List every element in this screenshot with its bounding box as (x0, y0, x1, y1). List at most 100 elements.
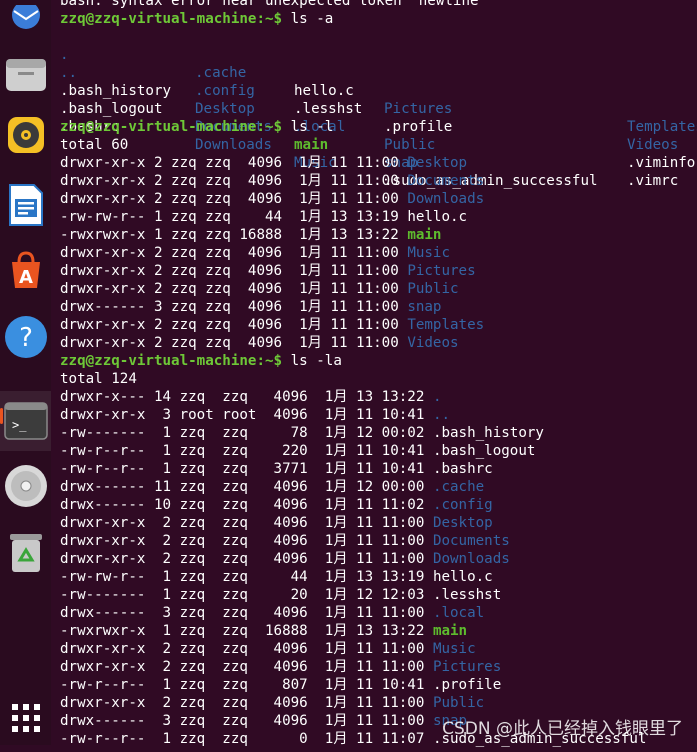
file-meta: drwxr-xr-x 2 zzq zzq 4096 1月 11 11:00 (60, 695, 433, 711)
prompt-line: zzq@zzq-virtual-machine:~$ ls -l (60, 118, 697, 136)
terminal-launcher[interactable]: >_ (0, 391, 51, 451)
file-name: snap (407, 299, 442, 315)
file-meta: drwxr-xr-x 3 root root 4096 1月 11 10:41 (60, 407, 433, 423)
listing-row: drwxr-xr-x 3 root root 4096 1月 11 10:41 … (60, 406, 697, 424)
file-meta: drwxr-xr-x 2 zzq zzq 4096 1月 11 11:00 (60, 245, 408, 261)
listing-row: drwx------ 3 zzq zzq 4096 1月 11 11:00 sn… (60, 298, 697, 316)
thunderbird-launcher[interactable] (0, 0, 51, 50)
listing-row: drwxr-xr-x 2 zzq zzq 4096 1月 11 11:00 Vi… (60, 334, 697, 352)
file-name: .. (432, 407, 451, 423)
terminal-icon: >_ (3, 402, 48, 440)
file-name: main (432, 623, 468, 639)
file-name: Documents (432, 533, 510, 549)
listing-row: drwxr-xr-x 2 zzq zzq 4096 1月 11 11:00 Te… (60, 316, 697, 334)
file-name: Videos (407, 335, 459, 351)
file-meta: drwxr-xr-x 2 zzq zzq 4096 1月 11 11:00 (60, 659, 433, 675)
svg-text:A: A (19, 267, 33, 288)
software-store-icon: A (11, 251, 40, 288)
file-name: Pictures (432, 659, 502, 675)
file-meta: -rw------- 1 zzq zzq 20 1月 12 12:03 (60, 587, 433, 603)
command: ls -l (282, 119, 334, 135)
ls-a-row: .bashrc Downloads Music .sudo_as_admin_s… (60, 100, 697, 189)
file-name: Desktop (407, 155, 468, 171)
command: ls -a (282, 11, 334, 27)
file-meta: drwxr-xr-x 2 zzq zzq 4096 1月 11 11:00 (60, 263, 408, 279)
help-launcher[interactable]: ? (0, 312, 51, 362)
file-name: Public (432, 695, 485, 711)
file-name: Pictures (407, 263, 476, 279)
files-icon (5, 59, 46, 91)
file-name: hello.c (432, 569, 493, 585)
file-name: .bashrc (432, 461, 493, 477)
file-name: .profile (432, 677, 502, 693)
rhythmbox-icon (7, 117, 44, 153)
error-line: bash: syntax error near unexpected token… (60, 0, 488, 9)
file-meta: drwx------ 3 zzq zzq 4096 1月 11 11:00 (60, 713, 433, 729)
software-launcher[interactable]: A (0, 245, 51, 295)
rhythmbox-launcher[interactable] (0, 110, 51, 160)
listing-row: drwx------ 3 zzq zzq 4096 1月 11 11:00 .l… (60, 604, 697, 622)
file-name: .bash_logout (432, 443, 536, 459)
watermark: CSDN @此人已经掉入钱眼里了 (442, 719, 683, 739)
file-meta: drwxr-x--- 14 zzq zzq 4096 1月 13 13:22 (60, 389, 433, 405)
file-meta: drwx------ 10 zzq zzq 4096 1月 11 11:02 (60, 497, 433, 513)
ls-l-listing: drwxr-xr-x 2 zzq zzq 4096 1月 11 11:00 De… (60, 154, 697, 352)
listing-row: drwx------ 10 zzq zzq 4096 1月 11 11:02 .… (60, 496, 697, 514)
thunderbird-icon (11, 5, 40, 29)
svg-text:?: ? (19, 323, 33, 353)
file-name: Templates (407, 317, 485, 333)
listing-row: -rw-r--r-- 1 zzq zzq 3771 1月 11 10:41 .b… (60, 460, 697, 478)
listing-row: drwxr-xr-x 2 zzq zzq 4096 1月 11 11:00 Do… (60, 550, 697, 568)
dvd-launcher[interactable] (0, 461, 51, 511)
prompt: zzq@zzq-virtual-machine:~$ (60, 11, 283, 27)
file-meta: -rw-rw-r-- 1 zzq zzq 44 1月 13 13:19 (60, 209, 408, 225)
file-meta: drwxr-xr-x 2 zzq zzq 4096 1月 11 11:00 (60, 317, 408, 333)
file-meta: drwxr-xr-x 2 zzq zzq 4096 1月 11 11:00 (60, 533, 433, 549)
prompt-line: zzq@zzq-virtual-machine:~$ ls -la (60, 352, 697, 370)
app-grid-icon (11, 704, 40, 732)
file-meta: drwx------ 11 zzq zzq 4096 1月 12 00:00 (60, 479, 433, 495)
file-name: main (407, 227, 442, 243)
help-icon: ? (4, 316, 47, 358)
file-name: .cache (432, 479, 485, 495)
ls-a-row: . .cache hello.c Pictures Templates (60, 28, 697, 135)
files-launcher[interactable] (0, 50, 51, 100)
listing-row: -rw------- 1 zzq zzq 78 1月 12 00:02 .bas… (60, 424, 697, 442)
file-meta: drwxr-xr-x 2 zzq zzq 4096 1月 11 11:00 (60, 155, 408, 171)
file-name: .lesshst (432, 587, 502, 603)
file-name: hello.c (407, 209, 468, 225)
file-meta: -rwxrwxr-x 1 zzq zzq 16888 1月 13 13:22 (60, 623, 433, 639)
file-meta: drwxr-xr-x 2 zzq zzq 4096 1月 11 11:00 (60, 191, 408, 207)
file-name: Documents (407, 173, 485, 189)
file-meta: -rw-r--r-- 1 zzq zzq 3771 1月 11 10:41 (60, 461, 433, 477)
listing-row: -rw-rw-r-- 1 zzq zzq 44 1月 13 13:19 hell… (60, 568, 697, 586)
file-meta: -rw-r--r-- 1 zzq zzq 220 1月 11 10:41 (60, 443, 433, 459)
listing-row: -rwxrwxr-x 1 zzq zzq 16888 1月 13 13:22 m… (60, 226, 697, 244)
listing-row: drwxr-xr-x 2 zzq zzq 4096 1月 11 11:00 Pu… (60, 280, 697, 298)
total-line: total 124 (60, 371, 137, 387)
listing-row: -rw------- 1 zzq zzq 20 1月 12 12:03 .les… (60, 586, 697, 604)
listing-row: drwxr-xr-x 2 zzq zzq 4096 1月 11 11:00 De… (60, 154, 697, 172)
listing-row: drwxr-xr-x 2 zzq zzq 4096 1月 11 11:00 Mu… (60, 640, 697, 658)
listing-row: drwxr-x--- 14 zzq zzq 4096 1月 13 13:22 . (60, 388, 697, 406)
listing-row: drwxr-xr-x 2 zzq zzq 4096 1月 11 11:00 Pi… (60, 262, 697, 280)
listing-row: drwxr-xr-x 2 zzq zzq 4096 1月 11 11:00 Do… (60, 190, 697, 208)
command: ls -la (282, 353, 342, 369)
file-name: .bash_history (432, 425, 544, 441)
terminal-output[interactable]: bash: syntax error near unexpected token… (60, 0, 697, 752)
app-grid-launcher[interactable] (0, 693, 51, 743)
file-meta: drwxr-xr-x 2 zzq zzq 4096 1月 11 11:00 (60, 173, 408, 189)
listing-row: -rw-r--r-- 1 zzq zzq 220 1月 11 10:41 .ba… (60, 442, 697, 460)
listing-row: drwxr-xr-x 2 zzq zzq 4096 1月 11 11:00 Pi… (60, 658, 697, 676)
listing-row: drwxr-xr-x 2 zzq zzq 4096 1月 11 11:00 Mu… (60, 244, 697, 262)
prompt: zzq@zzq-virtual-machine:~$ (60, 119, 283, 135)
file-meta: -rw------- 1 zzq zzq 78 1月 12 00:02 (60, 425, 433, 441)
file-meta: -rwxrwxr-x 1 zzq zzq 16888 1月 13 13:22 (60, 227, 408, 243)
trash-launcher[interactable] (0, 527, 51, 577)
total-line: total 60 (60, 137, 129, 153)
file-name: Music (432, 641, 476, 657)
file-meta: drwx------ 3 zzq zzq 4096 1月 11 11:00 (60, 299, 408, 315)
file-name: Desktop (432, 515, 493, 531)
file-name: Music (407, 245, 451, 261)
writer-launcher[interactable] (0, 180, 51, 230)
